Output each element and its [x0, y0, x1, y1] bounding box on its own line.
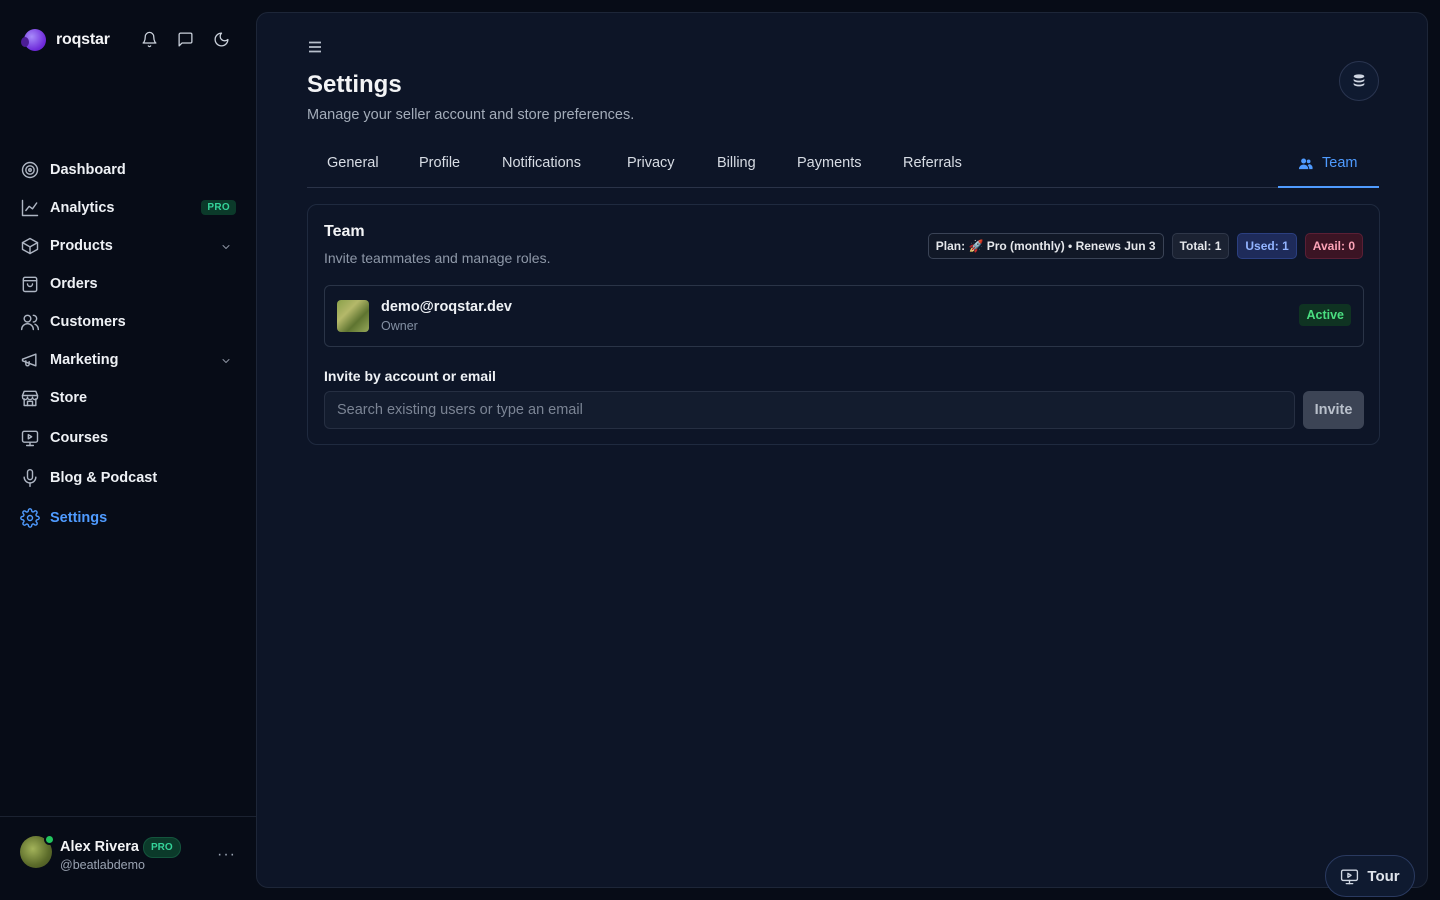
tab-notifications[interactable]: Notifications: [502, 155, 581, 171]
database-button[interactable]: [1339, 61, 1379, 101]
sidebar-item-store[interactable]: Store: [12, 379, 246, 417]
customers-icon: [20, 314, 40, 331]
sidebar-item-label: Blog & Podcast: [50, 470, 158, 486]
chevron-down-icon[interactable]: [220, 354, 232, 366]
sidebar-item-label: Orders: [50, 276, 98, 292]
moon-icon[interactable]: [212, 30, 230, 48]
tab-billing[interactable]: Billing: [717, 155, 756, 171]
sidebar-item-label: Settings: [50, 510, 108, 526]
team-card: Team Invite teammates and manage roles. …: [307, 204, 1380, 445]
database-icon: [1353, 74, 1365, 87]
sidebar-item-marketing[interactable]: Marketing: [12, 341, 246, 379]
invite-label: Invite by account or email: [324, 368, 496, 384]
invite-search-input[interactable]: [324, 391, 1295, 429]
menu-icon[interactable]: [307, 39, 323, 55]
team-member-row: demo@roqstar.dev Owner Active: [324, 285, 1364, 347]
sidebar-item-label: Dashboard: [50, 162, 126, 178]
users-icon: [1298, 158, 1313, 169]
pro-badge: PRO: [201, 200, 236, 215]
sidebar-item-label: Analytics: [50, 200, 115, 216]
invite-button[interactable]: Invite: [1303, 391, 1364, 429]
marketing-icon: [21, 353, 37, 367]
tab-team-label: Team: [1322, 155, 1358, 171]
active-tab-indicator: [1278, 186, 1379, 188]
brand-name: roqstar: [56, 31, 110, 48]
card-subtitle: Invite teammates and manage roles.: [324, 250, 551, 266]
sidebar-item-settings[interactable]: Settings: [12, 499, 246, 537]
tab-team[interactable]: Team: [1298, 155, 1357, 171]
sidebar: roqstar Dashboard Analytics PRO Products: [0, 0, 256, 900]
main-panel: Settings Manage your seller account and …: [256, 12, 1428, 897]
member-role: Owner: [381, 319, 418, 333]
logo-icon: [21, 29, 46, 51]
products-icon: [21, 237, 39, 255]
user-handle: @beatlabdemo: [60, 858, 145, 872]
gear-icon: [20, 508, 40, 528]
microphone-icon: [23, 468, 37, 488]
sidebar-item-label: Products: [50, 238, 113, 254]
sidebar-top-actions: [140, 30, 230, 48]
sidebar-item-courses[interactable]: Courses: [12, 419, 246, 457]
tab-privacy[interactable]: Privacy: [627, 155, 675, 171]
status-badge: Active: [1299, 304, 1351, 326]
sidebar-item-orders[interactable]: Orders: [12, 265, 246, 303]
sidebar-item-label: Courses: [50, 430, 109, 446]
bell-icon[interactable]: [140, 30, 158, 48]
more-options-icon[interactable]: ···: [217, 846, 236, 864]
orders-icon: [22, 276, 38, 293]
sidebar-item-label: Marketing: [50, 352, 119, 368]
sidebar-item-dashboard[interactable]: Dashboard: [12, 151, 246, 189]
chevron-down-icon[interactable]: [220, 240, 232, 252]
sidebar-item-label: Customers: [50, 314, 126, 330]
available-chip: Avail: 0: [1304, 233, 1363, 259]
seat-summary: Plan: 🚀 Pro (monthly) • Renews Jun 3 Tot…: [927, 233, 1363, 259]
page-title: Settings: [307, 71, 402, 98]
total-chip: Total: 1: [1171, 233, 1230, 259]
sidebar-item-customers[interactable]: Customers: [12, 303, 246, 341]
member-avatar: [337, 300, 369, 332]
member-email: demo@roqstar.dev: [381, 299, 512, 315]
tab-general[interactable]: General: [327, 155, 379, 171]
presentation-icon: [1341, 868, 1359, 884]
sidebar-item-analytics[interactable]: Analytics PRO: [12, 189, 246, 227]
dashboard-icon: [21, 161, 39, 179]
analytics-icon: [21, 199, 39, 217]
tour-button[interactable]: Tour: [1325, 855, 1415, 897]
sidebar-item-blog-podcast[interactable]: Blog & Podcast: [12, 459, 246, 497]
user-name: Alex Rivera: [60, 839, 139, 855]
page-subtitle: Manage your seller account and store pre…: [307, 107, 635, 123]
tour-label: Tour: [1367, 867, 1400, 885]
plan-chip: Plan: 🚀 Pro (monthly) • Renews Jun 3: [927, 233, 1164, 259]
used-chip: Used: 1: [1237, 233, 1297, 259]
pro-badge: PRO: [143, 837, 181, 858]
tab-payments[interactable]: Payments: [797, 155, 861, 171]
settings-tabs: General Profile Notifications Privacy Bi…: [307, 151, 1379, 188]
sidebar-item-products[interactable]: Products: [12, 227, 246, 265]
online-status-dot: [44, 834, 55, 845]
card-title: Team: [324, 223, 365, 240]
courses-icon: [21, 430, 39, 447]
user-profile[interactable]: Alex Rivera PRO @beatlabdemo ···: [20, 834, 240, 872]
message-icon[interactable]: [176, 30, 194, 48]
sidebar-nav: Dashboard Analytics PRO Products Orders …: [12, 151, 246, 537]
tab-profile[interactable]: Profile: [419, 155, 460, 171]
store-icon: [21, 390, 39, 407]
tab-referrals[interactable]: Referrals: [903, 155, 962, 171]
divider: [0, 816, 256, 817]
sidebar-item-label: Store: [50, 390, 88, 406]
